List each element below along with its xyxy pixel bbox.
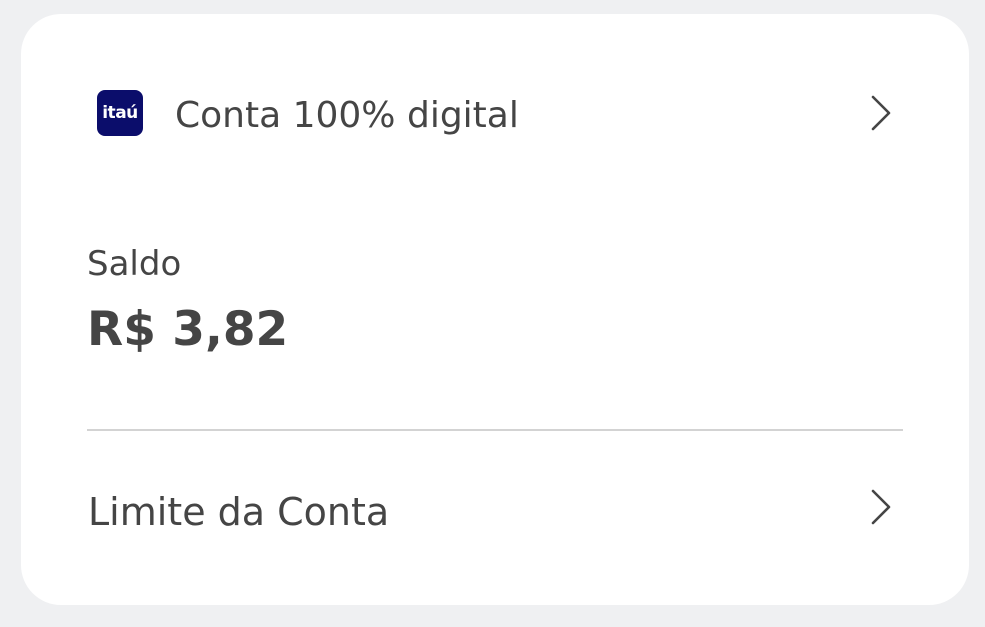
chevron-right-icon[interactable]	[869, 94, 893, 134]
account-row[interactable]: itaú Conta 100% digital	[21, 80, 969, 152]
divider	[87, 429, 903, 431]
itau-logo-icon: itaú	[97, 90, 143, 136]
account-limit-row[interactable]: Limite da Conta	[21, 476, 969, 548]
account-card: itaú Conta 100% digital Saldo R$ 3,82 Li…	[21, 14, 969, 605]
balance-value: R$ 3,82	[87, 302, 289, 357]
account-title: Conta 100% digital	[175, 95, 519, 136]
account-limit-label: Limite da Conta	[88, 490, 390, 534]
balance-label: Saldo	[87, 244, 182, 284]
logo-text: itaú	[102, 103, 138, 123]
chevron-right-icon[interactable]	[869, 488, 893, 528]
